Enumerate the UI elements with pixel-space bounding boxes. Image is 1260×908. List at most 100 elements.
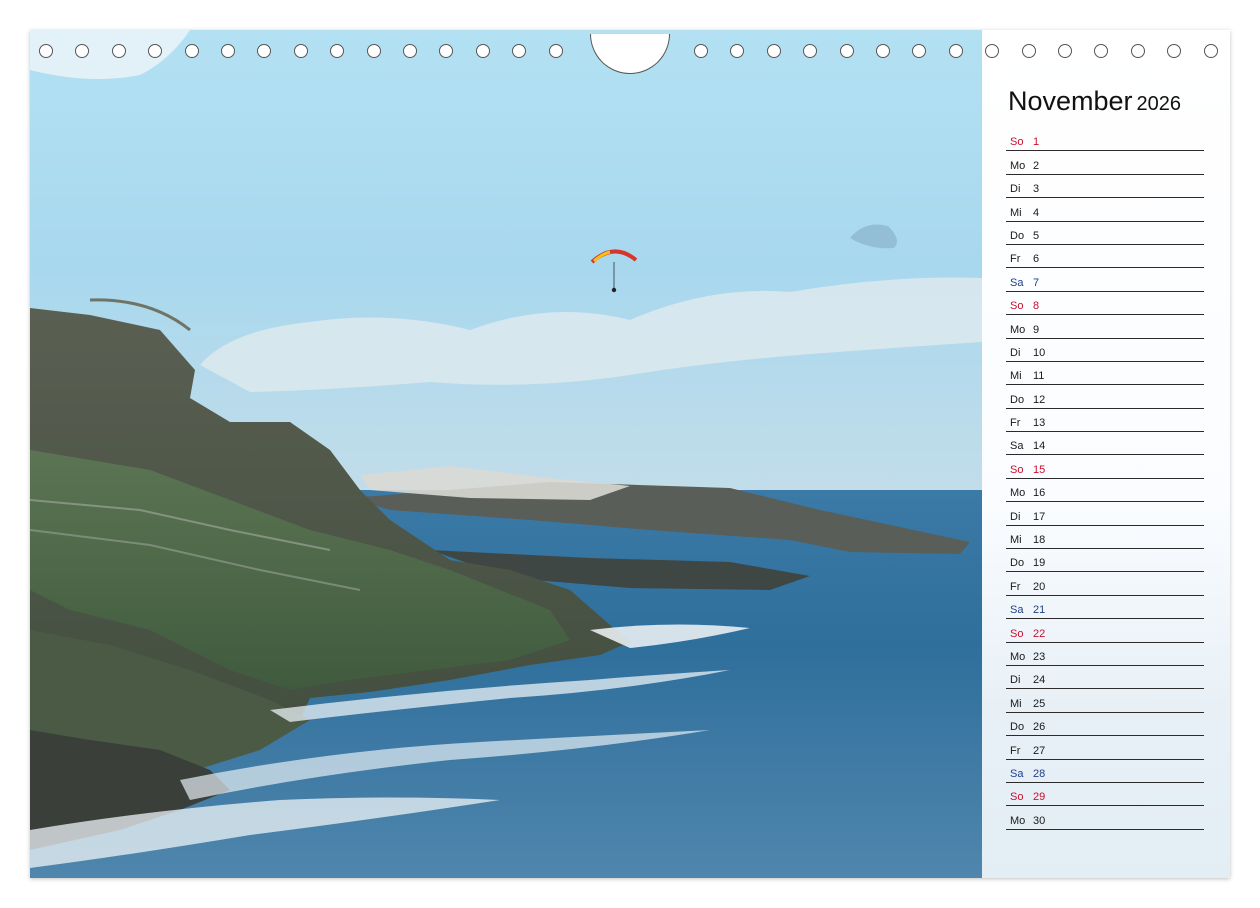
- day-number: 1: [1033, 136, 1040, 149]
- calendar-page: November 2026 So 1 Mo 2 Di 3 Mi 4 Do 5 Fr 6 Sa 7 So 8 Mo 9…: [30, 30, 1230, 878]
- weekday-label: Do: [1010, 393, 1025, 406]
- weekday-label: Fr: [1010, 580, 1021, 593]
- weekday-label: Mi: [1010, 370, 1022, 383]
- day-row: Mi 11: [1006, 362, 1204, 386]
- weekday-label: So: [1010, 300, 1024, 313]
- binding-hole-icon: [330, 44, 345, 58]
- year: 2026: [1136, 93, 1182, 115]
- weekday-label: So: [1010, 463, 1024, 476]
- day-number: 20: [1033, 580, 1046, 593]
- binding-holes: [30, 34, 1230, 74]
- binding-hole-icon: [512, 44, 527, 58]
- weekday-label: So: [1010, 136, 1024, 149]
- day-number: 27: [1033, 744, 1046, 757]
- day-row: Di 10: [1006, 339, 1204, 362]
- binding-hole-icon: [803, 44, 818, 58]
- day-number: 9: [1033, 323, 1040, 336]
- day-row: Mo 9: [1006, 315, 1204, 339]
- day-number: 24: [1033, 674, 1046, 687]
- day-number: 5: [1033, 229, 1040, 242]
- weekday-label: So: [1010, 791, 1024, 804]
- binding-hole-icon: [75, 44, 90, 58]
- binding-hole-icon: [912, 44, 927, 58]
- day-row: Do 26: [1006, 713, 1204, 737]
- day-row: Sa 7: [1006, 268, 1204, 292]
- day-number: 3: [1033, 183, 1040, 196]
- weekday-label: Sa: [1010, 604, 1024, 617]
- day-row: Mi 4: [1006, 198, 1204, 222]
- day-number: 22: [1033, 627, 1046, 640]
- binding-hole-icon: [548, 44, 563, 58]
- weekday-label: Mi: [1010, 697, 1022, 710]
- binding-hole-icon: [148, 44, 163, 58]
- month-title: November 2026: [1008, 86, 1181, 117]
- day-number: 15: [1033, 463, 1046, 476]
- weekday-label: Mo: [1010, 814, 1026, 827]
- day-number: 11: [1033, 370, 1045, 383]
- binding-hole-icon: [1094, 44, 1109, 58]
- binding-hole-icon: [1167, 44, 1182, 58]
- coastline-photo: [30, 30, 982, 878]
- landscape-image: [30, 30, 982, 878]
- day-number: 18: [1033, 534, 1046, 547]
- binding-hole-icon: [184, 44, 199, 58]
- binding-hole-icon: [766, 44, 781, 58]
- day-row: So 1: [1006, 128, 1204, 152]
- calendar-sidebar: November 2026 So 1 Mo 2 Di 3 Mi 4 Do 5 Fr 6 Sa 7 So 8 Mo 9…: [982, 30, 1230, 878]
- day-number: 25: [1033, 697, 1046, 710]
- day-row: Di 17: [1006, 502, 1204, 526]
- weekday-label: Di: [1010, 674, 1021, 687]
- day-row: So 15: [1006, 455, 1204, 479]
- weekday-label: Mo: [1010, 487, 1026, 500]
- day-number: 21: [1033, 604, 1046, 617]
- day-number: 10: [1033, 346, 1046, 359]
- day-row: Fr 13: [1006, 409, 1204, 433]
- day-row: Mo 23: [1006, 643, 1204, 666]
- day-row: Fr 6: [1006, 245, 1204, 269]
- day-number: 29: [1033, 791, 1046, 804]
- day-number: 28: [1033, 767, 1046, 780]
- weekday-label: Mi: [1010, 206, 1022, 219]
- day-row: Mi 18: [1006, 526, 1204, 550]
- day-number: 19: [1033, 557, 1046, 570]
- binding-hole-icon: [257, 44, 272, 58]
- day-row: So 8: [1006, 292, 1204, 316]
- binding-hole-icon: [1058, 44, 1072, 58]
- day-number: 6: [1033, 253, 1040, 266]
- day-row: Fr 20: [1006, 572, 1204, 596]
- binding-hole-icon: [366, 44, 381, 58]
- weekday-label: Fr: [1010, 744, 1021, 757]
- day-number: 17: [1033, 510, 1046, 523]
- day-number: 14: [1033, 440, 1046, 453]
- day-number: 2: [1033, 159, 1040, 172]
- weekday-label: Do: [1010, 721, 1025, 734]
- day-number: 4: [1033, 206, 1040, 219]
- day-number: 26: [1033, 721, 1046, 734]
- day-row: Sa 14: [1006, 432, 1204, 456]
- day-row: Fr 27: [1006, 736, 1204, 760]
- day-row: Do 12: [1006, 385, 1204, 409]
- day-row: So 29: [1006, 783, 1204, 807]
- binding-hole-icon: [876, 44, 890, 58]
- binding-hole-icon: [694, 44, 708, 58]
- weekday-label: Sa: [1010, 276, 1024, 289]
- day-row: So 22: [1006, 619, 1204, 643]
- day-number: 13: [1033, 417, 1046, 430]
- weekday-label: Mo: [1010, 323, 1026, 336]
- weekday-label: Sa: [1010, 440, 1024, 453]
- day-number: 12: [1033, 393, 1046, 406]
- day-row: Do 19: [1006, 549, 1204, 573]
- binding-hole-icon: [39, 44, 53, 58]
- day-list: So 1 Mo 2 Di 3 Mi 4 Do 5 Fr 6 Sa 7 So 8 Mo 9 Di 10 Mi 11 Do 12 F…: [1006, 128, 1204, 830]
- day-number: 30: [1033, 814, 1046, 827]
- weekday-label: Fr: [1010, 253, 1021, 266]
- binding-hole-icon: [1203, 44, 1218, 58]
- day-row: Sa 21: [1006, 596, 1204, 620]
- binding-hole-icon: [439, 44, 454, 58]
- binding-hole-icon: [293, 44, 308, 58]
- weekday-label: Sa: [1010, 767, 1024, 780]
- binding-hole-icon: [221, 44, 235, 58]
- weekday-label: Do: [1010, 557, 1025, 570]
- day-row: Do 5: [1006, 222, 1204, 245]
- hanger-notch-icon: [590, 34, 670, 74]
